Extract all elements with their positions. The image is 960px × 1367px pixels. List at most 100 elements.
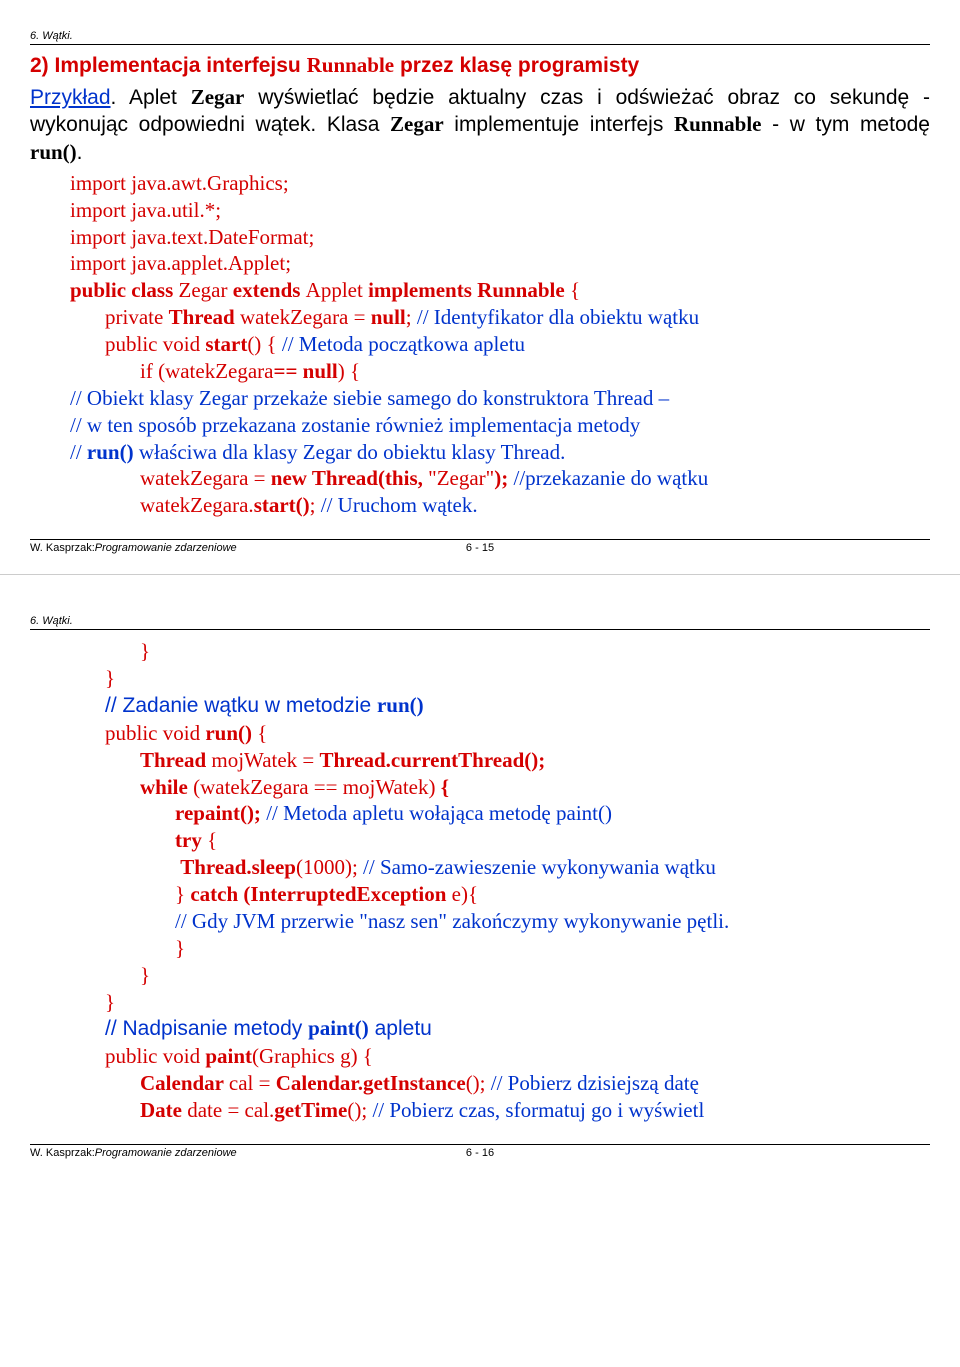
new: new Thread(this,	[271, 466, 428, 490]
intro-run: run()	[30, 140, 77, 164]
paren: () {	[247, 332, 282, 356]
kw: while	[140, 775, 193, 799]
intro-zegar2: Zegar	[390, 112, 444, 136]
kw: implements Runnable	[368, 278, 570, 302]
code-line: }	[70, 935, 930, 962]
id: Applet	[306, 278, 368, 302]
footer-author: W. Kasprzak:	[30, 542, 95, 554]
intro-e: .	[77, 141, 83, 164]
comment: // Pobierz czas, sformatuj go i wyświetl	[372, 1098, 704, 1122]
comment: //	[70, 440, 87, 464]
kw: public void	[105, 1044, 205, 1068]
null: == null	[274, 359, 338, 383]
start: start()	[254, 493, 310, 517]
footer-page: 6 - 15	[466, 542, 494, 554]
code-line: watekZegara = new Thread(this, "Zegar");…	[70, 465, 930, 492]
comment: // Zadanie wątku w metodzie	[105, 694, 377, 717]
code-line: repaint(); // Metoda apletu wołająca met…	[70, 800, 930, 827]
footer-author: W. Kasprzak:	[30, 1147, 95, 1159]
semi: ;	[310, 493, 321, 517]
code-block-1: import java.awt.Graphics; import java.ut…	[70, 170, 930, 519]
code-line: watekZegara.start(); // Uruchom wątek.	[70, 492, 930, 519]
param: (Graphics g) {	[252, 1044, 373, 1068]
code-line: public void start() { // Metoda początko…	[70, 331, 930, 358]
slide-divider	[0, 574, 960, 575]
slide-footer: W. Kasprzak: Programowanie zdarzeniowe 6…	[30, 1144, 930, 1159]
code-line: while (watekZegara == mojWatek) {	[70, 774, 930, 801]
code-line: Thread.sleep(1000); // Samo-zawieszenie …	[70, 854, 930, 881]
semi: ;	[406, 305, 417, 329]
slide-footer: W. Kasprzak: Programowanie zdarzeniowe 6…	[30, 539, 930, 554]
comment: // Metoda apletu wołająca metodę paint()	[266, 801, 612, 825]
kw: extends	[233, 278, 306, 302]
intro-a: . Aplet	[111, 86, 191, 109]
kw: public void	[105, 721, 205, 745]
expr: (watekZegara	[158, 359, 273, 383]
footer-page: 6 - 16	[466, 1147, 494, 1159]
kw: public class	[70, 278, 179, 302]
call: getTime	[274, 1098, 347, 1122]
title-code: Runnable	[307, 53, 395, 77]
code-line: }	[70, 665, 930, 692]
expr: (watekZegara == mojWatek)	[193, 775, 441, 799]
przyklad-link[interactable]: Przykład	[30, 86, 111, 109]
kw: private	[105, 305, 169, 329]
comment: // Pobierz dzisiejszą datę	[491, 1071, 699, 1095]
code-line: // Obiekt klasy Zegar przekaże siebie sa…	[70, 385, 930, 412]
code-line: import java.util.*;	[70, 197, 930, 224]
slide-header: 6. Wątki.	[30, 615, 930, 630]
comment: apletu	[369, 1017, 432, 1040]
catch: catch (InterruptedException	[190, 882, 451, 906]
expr: mojWatek =	[211, 748, 319, 772]
expr: watekZegara.	[140, 493, 254, 517]
arg: (1000);	[296, 855, 363, 879]
code-line: // run() właściwa dla klasy Zegar do obi…	[70, 439, 930, 466]
title-pre: 2) Implementacja interfejsu	[30, 54, 307, 77]
intro-paragraph: Przykład. Aplet Zegar wyświetlać będzie …	[30, 84, 930, 166]
type: Date	[140, 1098, 187, 1122]
intro-d: - w tym metodę	[761, 113, 930, 136]
call: Calendar.getInstance	[276, 1071, 466, 1095]
comment: właściwa dla klasy Zegar do obiektu klas…	[134, 440, 566, 464]
slide-1: 6. Wątki. 2) Implementacja interfejsu Ru…	[0, 0, 960, 564]
type: Thread	[140, 748, 211, 772]
type: Thread	[169, 305, 240, 329]
brace: e){	[452, 882, 478, 906]
semi: ();	[347, 1098, 372, 1122]
call: Thread.currentThread();	[320, 748, 546, 772]
brace: {	[570, 278, 580, 302]
id: Zegar	[179, 278, 233, 302]
expr: cal =	[229, 1071, 276, 1095]
code-line: public class Zegar extends Applet implem…	[70, 277, 930, 304]
intro-zegar1: Zegar	[191, 85, 245, 109]
code-line: // Nadpisanie metody paint() apletu	[70, 1015, 930, 1043]
slide-2: 6. Wątki. } } // Zadanie wątku w metodzi…	[0, 585, 960, 1169]
code-line: import java.applet.Applet;	[70, 250, 930, 277]
brace: {	[441, 775, 449, 799]
intro-runnable: Runnable	[674, 112, 762, 136]
code-line: }	[70, 962, 930, 989]
section-title: 2) Implementacja interfejsu Runnable prz…	[30, 53, 930, 78]
method: start	[205, 332, 247, 356]
code-line: }	[70, 638, 930, 665]
slide-header: 6. Wątki.	[30, 30, 930, 45]
kw: public void	[105, 332, 205, 356]
expr: date = cal.	[187, 1098, 274, 1122]
code-line: // Zadanie wątku w metodzie run()	[70, 692, 930, 720]
brace: {	[207, 828, 217, 852]
type: Calendar	[140, 1071, 229, 1095]
kw: try	[175, 828, 207, 852]
comment: // Nadpisanie metody	[105, 1017, 308, 1040]
code-block-2: } } // Zadanie wątku w metodzie run() pu…	[70, 638, 930, 1124]
id: watekZegara =	[240, 305, 371, 329]
code-line: Date date = cal.getTime(); // Pobierz cz…	[70, 1097, 930, 1124]
code-line: try {	[70, 827, 930, 854]
code-line: // w ten sposób przekazana zostanie równ…	[70, 412, 930, 439]
call: Thread.sleep	[180, 855, 296, 879]
null: null	[371, 305, 406, 329]
paren: );	[494, 466, 513, 490]
brace: {	[257, 721, 267, 745]
code-line: }	[70, 989, 930, 1016]
call: repaint();	[175, 801, 266, 825]
str: "Zegar"	[428, 466, 494, 490]
